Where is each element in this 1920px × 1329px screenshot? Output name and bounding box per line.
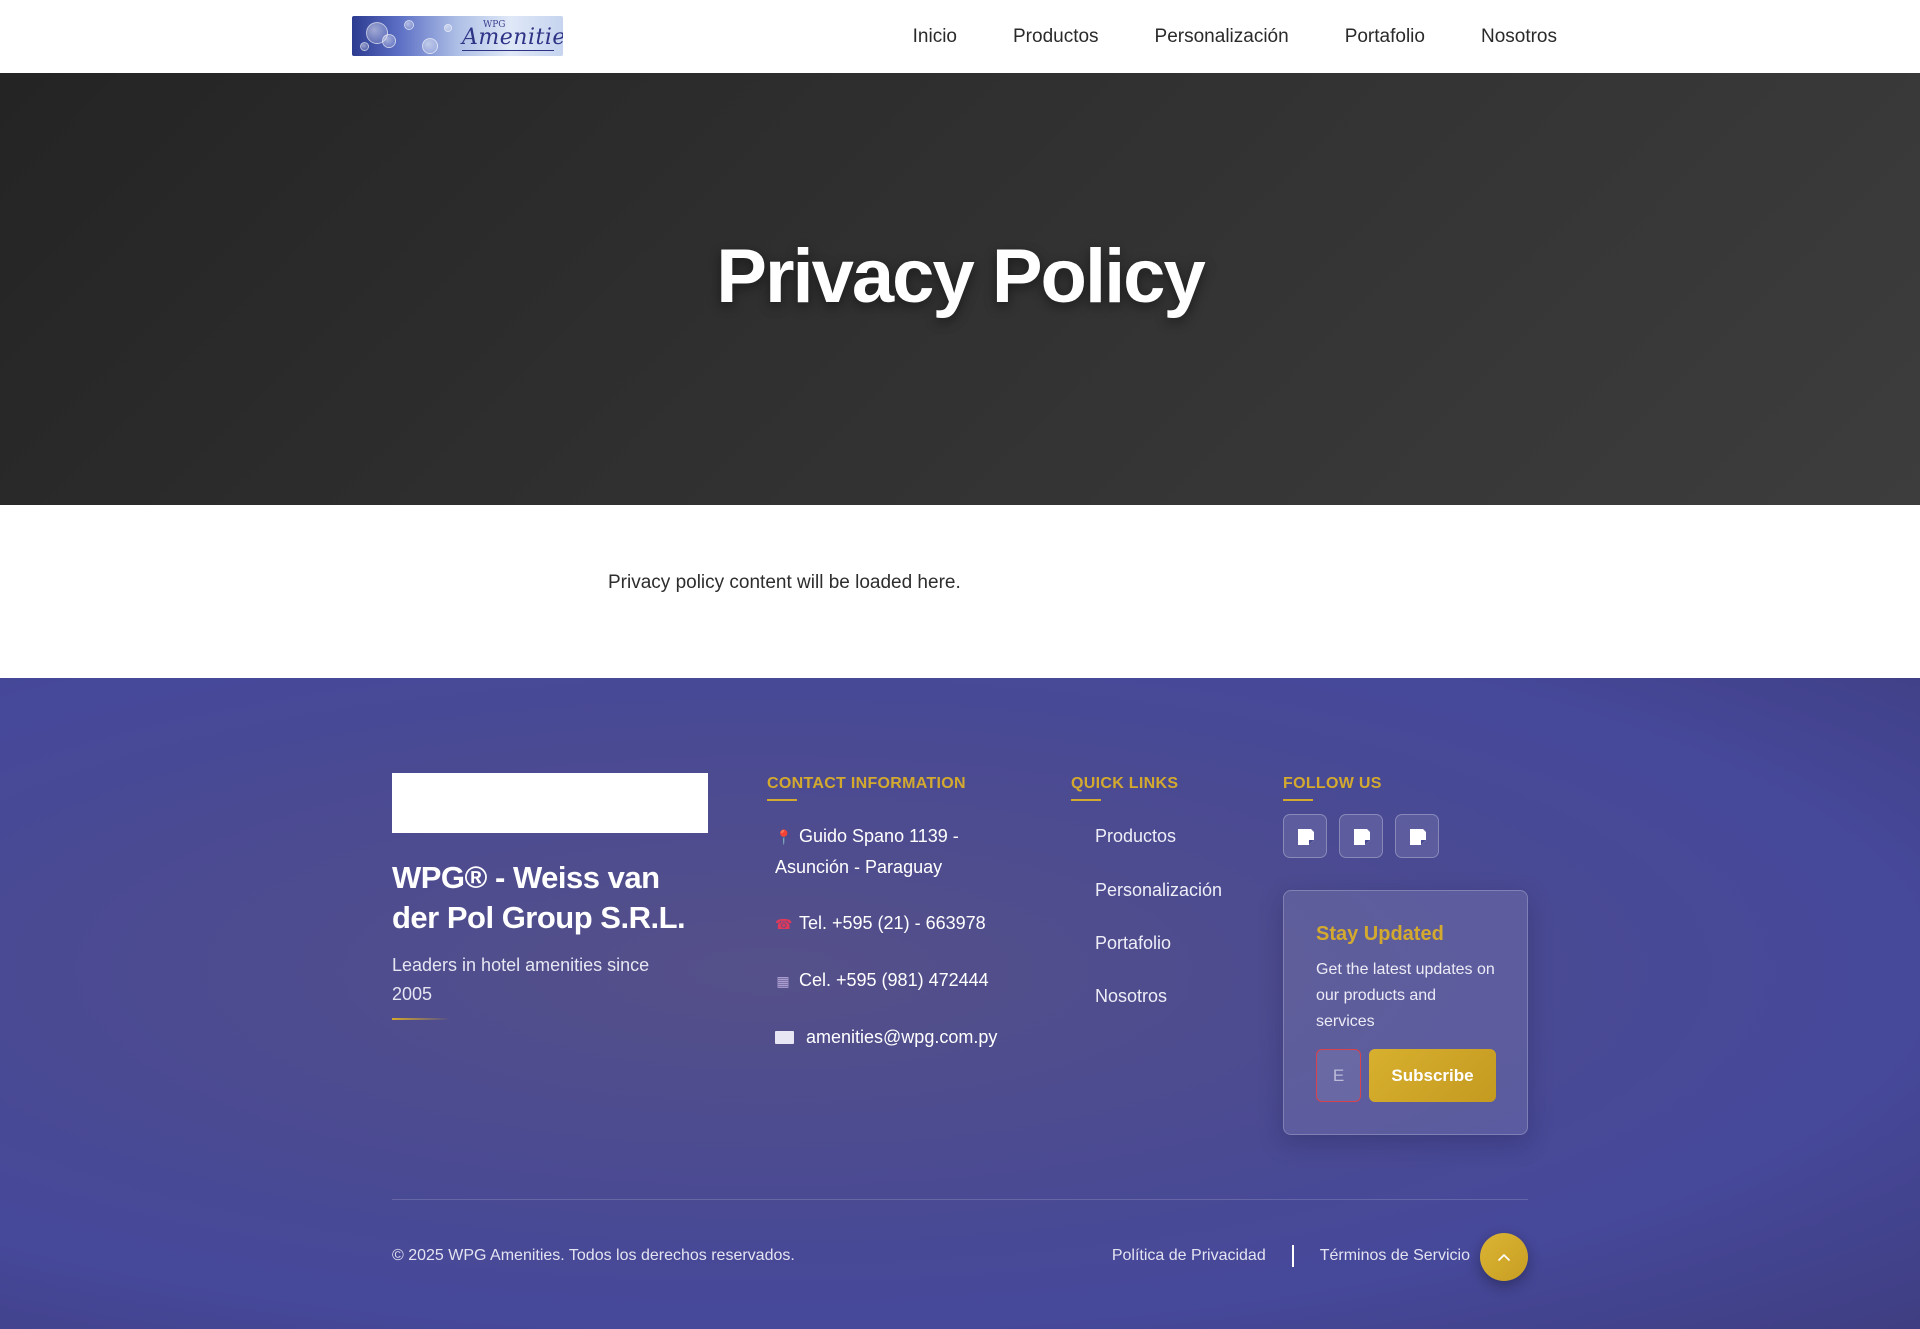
social-icon-1	[1298, 829, 1314, 845]
site-footer: WPG® - Weiss van der Pol Group S.R.L. Le…	[0, 678, 1920, 1329]
nav-portafolio[interactable]: Portafolio	[1345, 26, 1425, 48]
site-header: WPG Amenities Inicio Productos Personali…	[0, 0, 1920, 73]
social-icon-3	[1410, 829, 1426, 845]
main-nav: Inicio Productos Personalización Portafo…	[913, 0, 1557, 73]
footer-link-productos[interactable]: Productos	[1095, 826, 1176, 847]
newsletter-card: Stay Updated Get the latest updates on o…	[1283, 890, 1528, 1135]
follow-us-heading: FOLLOW US	[1283, 775, 1382, 801]
contact-heading: CONTACT INFORMATION	[767, 775, 966, 801]
terms-of-service-link[interactable]: Términos de Servicio	[1320, 1247, 1470, 1265]
social-link-3[interactable]	[1395, 814, 1439, 858]
logo-text: Amenities	[462, 25, 563, 50]
tagline-divider	[392, 1018, 450, 1020]
contact-email[interactable]: amenities@wpg.com.py	[775, 1022, 1025, 1052]
nav-inicio[interactable]: Inicio	[913, 26, 957, 48]
nav-productos[interactable]: Productos	[1013, 26, 1099, 48]
quick-links-heading-text: QUICK LINKS	[1071, 775, 1179, 792]
email-text: amenities@wpg.com.py	[806, 1027, 998, 1047]
newsletter-email-input[interactable]	[1316, 1049, 1361, 1102]
page-title: Privacy Policy	[716, 234, 1205, 319]
main-content: Privacy policy content will be loaded he…	[0, 505, 1920, 678]
social-link-2[interactable]	[1339, 814, 1383, 858]
footer-logo	[392, 773, 708, 833]
phone-text: Tel. +595 (21) - 663978	[799, 913, 986, 933]
newsletter-title: Stay Updated	[1316, 923, 1444, 945]
footer-tagline: Leaders in hotel amenities since 2005	[392, 955, 650, 1004]
brand-logo[interactable]: WPG Amenities	[352, 16, 563, 56]
copyright-text: © 2025 WPG Amenities. Todos los derechos…	[392, 1247, 795, 1264]
back-to-top-button[interactable]	[1480, 1233, 1528, 1281]
contact-heading-text: CONTACT INFORMATION	[767, 775, 966, 792]
legal-separator	[1291, 1245, 1294, 1267]
footer-link-personalizacion[interactable]: Personalización	[1095, 880, 1222, 901]
contact-mobile[interactable]: ▦ Cel. +595 (981) 472444	[775, 965, 1025, 996]
chevron-up-icon	[1498, 1254, 1510, 1261]
subscribe-button[interactable]: Subscribe	[1369, 1049, 1496, 1102]
contact-address: 📍 Guido Spano 1139 - Asunción - Paraguay	[775, 821, 1025, 882]
nav-personalizacion[interactable]: Personalización	[1155, 26, 1289, 48]
social-link-1[interactable]	[1283, 814, 1327, 858]
map-pin-icon: 📍	[775, 829, 793, 845]
email-icon	[775, 1031, 794, 1044]
privacy-policy-link[interactable]: Política de Privacidad	[1112, 1247, 1266, 1265]
content-text: Privacy policy content will be loaded he…	[608, 572, 961, 593]
footer-company-name: WPG® - Weiss van der Pol Group S.R.L.	[392, 860, 686, 935]
social-icon-2	[1354, 829, 1370, 845]
follow-us-heading-text: FOLLOW US	[1283, 775, 1382, 792]
contact-phone[interactable]: ☎ Tel. +595 (21) - 663978	[775, 908, 1025, 939]
nav-nosotros[interactable]: Nosotros	[1481, 26, 1557, 48]
footer-link-portafolio[interactable]: Portafolio	[1095, 933, 1171, 954]
footer-divider	[392, 1199, 1528, 1200]
mobile-phone-icon: ▦	[776, 973, 790, 989]
quick-links-heading: QUICK LINKS	[1071, 775, 1178, 801]
footer-link-nosotros[interactable]: Nosotros	[1095, 986, 1167, 1007]
legal-links: Política de Privacidad Términos de Servi…	[1112, 1245, 1470, 1267]
phone-icon: ☎	[775, 916, 793, 932]
newsletter-description: Get the latest updates on our products a…	[1316, 961, 1495, 1030]
hero-banner: Privacy Policy	[0, 73, 1920, 505]
address-text: Guido Spano 1139 - Asunción - Paraguay	[775, 826, 959, 877]
mobile-text: Cel. +595 (981) 472444	[799, 970, 989, 990]
